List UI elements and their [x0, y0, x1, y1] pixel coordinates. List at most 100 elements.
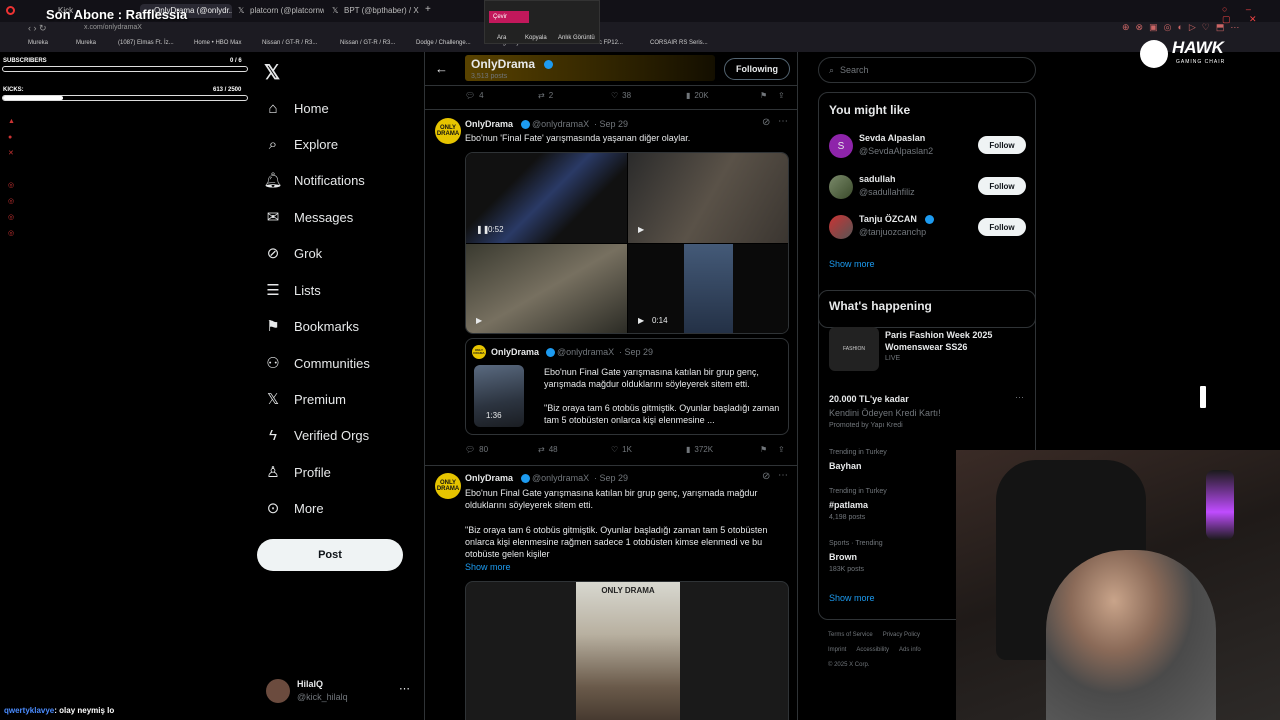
user-name[interactable]: Tanju ÖZCAN [859, 214, 917, 224]
account-menu-icon[interactable]: ⋯ [399, 682, 410, 695]
grok-icon[interactable]: ⊘ [762, 117, 770, 128]
trend-name[interactable]: Bayhan [829, 461, 862, 471]
back-arrow-icon[interactable]: ← [435, 61, 448, 76]
bookmark-item[interactable]: CORSAIR RS Seris... [650, 40, 708, 46]
video-thumb[interactable]: ❚❚ 0:52 [466, 153, 627, 243]
trend-name[interactable]: #patlama [829, 500, 868, 510]
x-logo-icon: 𝕏 [332, 6, 339, 15]
footer-link[interactable]: Ads info [899, 647, 921, 653]
grok-icon[interactable]: ⊘ [762, 471, 770, 482]
nav-back-icon[interactable]: ‹ › ↻ [28, 23, 47, 34]
sidebar-item-communities[interactable]: ⚇ Communities [264, 348, 370, 378]
show-more-link[interactable]: Show more [829, 259, 875, 269]
promo-more-icon[interactable]: ⋯ [1015, 392, 1024, 403]
quoted-tweet[interactable]: ONLY DRAMA OnlyDrama @onlydramaX · Sep 29… [465, 338, 789, 435]
screenshot-menu-item[interactable]: Anlık Görüntü [558, 35, 595, 41]
media-grid[interactable]: ❚❚ 0:52 ▶ ▶ ▶ 0:14 [465, 152, 789, 334]
trend-name[interactable]: Brown [829, 552, 857, 562]
tweet-author-name[interactable]: OnlyDrama [465, 119, 513, 129]
bookmark-item[interactable]: (1087) Elmas Ft. İz... [118, 40, 174, 46]
account-avatar[interactable] [266, 679, 290, 703]
toolbar-icons[interactable]: ⊕⊗▣◎◐▷♡⬒⋯ [1122, 22, 1245, 33]
tweet-handle[interactable]: @onlydramaX [532, 473, 589, 483]
share-icon[interactable]: ⇪ [778, 445, 785, 454]
footer-link[interactable]: Imprint [828, 647, 846, 653]
bookmark-item[interactable]: Nissan / GT-R / R3... [262, 40, 317, 46]
following-button[interactable]: Following [724, 58, 790, 80]
views-action[interactable]: ▮ 20K [686, 91, 709, 100]
follow-button[interactable]: Follow [978, 177, 1026, 195]
sidebar-item-verified-orgs[interactable]: ϟ Verified Orgs [264, 420, 369, 450]
video-thumb[interactable]: ▶ [466, 244, 627, 333]
like-action[interactable]: ♡ 38 [611, 91, 631, 100]
bookmark-item[interactable]: Home • HBO Max [194, 40, 241, 46]
tweet-handle[interactable]: @onlydramaX [532, 119, 589, 129]
tweet-more-icon[interactable]: ⋯ [778, 470, 788, 481]
url-bar[interactable]: ‹ › ↻ x.com/onlydramaX ⊕⊗▣◎◐▷♡⬒⋯ [0, 22, 1280, 36]
repost-action[interactable]: ⇄ 2 [538, 91, 553, 100]
bookmark-icon[interactable]: ⚑ [760, 445, 767, 454]
play-icon[interactable]: ▶ [638, 225, 644, 234]
reply-action[interactable]: 💬︎ 80 [465, 445, 488, 454]
user-avatar[interactable] [829, 175, 853, 199]
event-thumbnail[interactable]: FASHION [829, 327, 879, 371]
like-action[interactable]: ♡ 1K [611, 445, 632, 454]
bookmark-item[interactable]: Nissan / GT-R / R3... [340, 40, 395, 46]
tweet-avatar[interactable]: ONLY DRAMA [435, 473, 461, 499]
search-menu-item[interactable]: Ara [497, 35, 506, 41]
x-logo-icon[interactable]: 𝕏 [264, 60, 280, 85]
reply-action[interactable]: 💬︎ 4 [465, 91, 484, 100]
sidebar-item-explore[interactable]: ⌕ Explore [264, 129, 338, 159]
tweet-text-1: Ebo'nun Final Gate yarışmasına katılan b… [465, 488, 758, 510]
sidebar-item-profile[interactable]: ♙ Profile [264, 457, 331, 487]
nav-label: Messages [294, 209, 354, 225]
search-input[interactable]: ⌕ Search [818, 57, 1036, 83]
tweet-more-icon[interactable]: ⋯ [778, 116, 788, 127]
show-more-link[interactable]: Show more [829, 593, 875, 603]
tweet-media[interactable]: ONLY DRAMA [465, 581, 789, 720]
sidebar-item-lists[interactable]: ☰ Lists [264, 275, 320, 305]
sidebar-item-premium[interactable]: 𝕏 Premium [264, 384, 346, 414]
sidebar-item-messages[interactable]: ✉ Messages [264, 202, 354, 232]
bookmark-icon[interactable]: ⚑ [760, 91, 767, 100]
user-name[interactable]: Sevda Alpaslan [859, 133, 925, 143]
event-title[interactable]: Paris Fashion Week 2025 Womenswear SS26 [885, 329, 1025, 353]
tweet-author-name[interactable]: OnlyDrama [465, 473, 513, 483]
play-icon[interactable]: ▶ [638, 316, 644, 325]
sidebar-item-more[interactable]: ⊙ More [264, 493, 324, 523]
play-icon[interactable]: ▶ [476, 316, 482, 325]
footer-link[interactable]: Accessibility [856, 647, 889, 653]
user-avatar[interactable] [829, 215, 853, 239]
bookmark-item[interactable]: Mureka [28, 40, 48, 46]
footer-link[interactable]: Terms of Service [828, 632, 873, 638]
sidebar-item-bookmarks[interactable]: ⚑ Bookmarks [264, 311, 359, 341]
share-icon[interactable]: ⇪ [778, 91, 785, 100]
views-action[interactable]: ▮ 372K [686, 445, 713, 454]
tweet-avatar[interactable]: ONLY DRAMA [435, 118, 461, 144]
footer-link[interactable]: Privacy Policy [883, 632, 920, 638]
video-thumb[interactable]: ▶ 0:14 [628, 244, 788, 333]
sidebar-item-home[interactable]: ⌂ Home [264, 93, 328, 123]
tab-bpt[interactable]: 𝕏 BPT (@bpthaber) / X [330, 4, 420, 18]
user-avatar[interactable]: S [829, 134, 853, 158]
sidebar-item-grok[interactable]: ⊘ Grok [264, 238, 322, 268]
follow-button[interactable]: Follow [978, 218, 1026, 236]
sidebar-item-notifications[interactable]: 🔔︎ Notifications [263, 165, 364, 195]
follow-button[interactable]: Follow [978, 136, 1026, 154]
quote-video-thumb[interactable]: 1:36 [474, 365, 524, 427]
new-tab-button[interactable]: + [425, 4, 431, 15]
tweet-date[interactable]: · Sep 29 [594, 119, 628, 129]
repost-action[interactable]: ⇄ 48 [538, 445, 558, 454]
tab-platcorn[interactable]: 𝕏platcorn (@platcornweb) [236, 4, 324, 18]
divider [425, 465, 797, 466]
translate-menu-item[interactable]: Çevir [489, 11, 529, 23]
video-thumb[interactable]: ▶ [628, 153, 788, 243]
post-button[interactable]: Post [257, 539, 403, 571]
promo-title[interactable]: 20.000 TL'ye kadar [829, 394, 909, 404]
tweet-date[interactable]: · Sep 29 [594, 473, 628, 483]
bookmark-item[interactable]: Dodge / Challenge... [416, 40, 471, 46]
user-name[interactable]: sadullah [859, 174, 896, 184]
copy-menu-item[interactable]: Kopyala [525, 35, 547, 41]
bookmark-item[interactable]: Mureka [76, 40, 96, 46]
show-more-link[interactable]: Show more [465, 562, 511, 572]
